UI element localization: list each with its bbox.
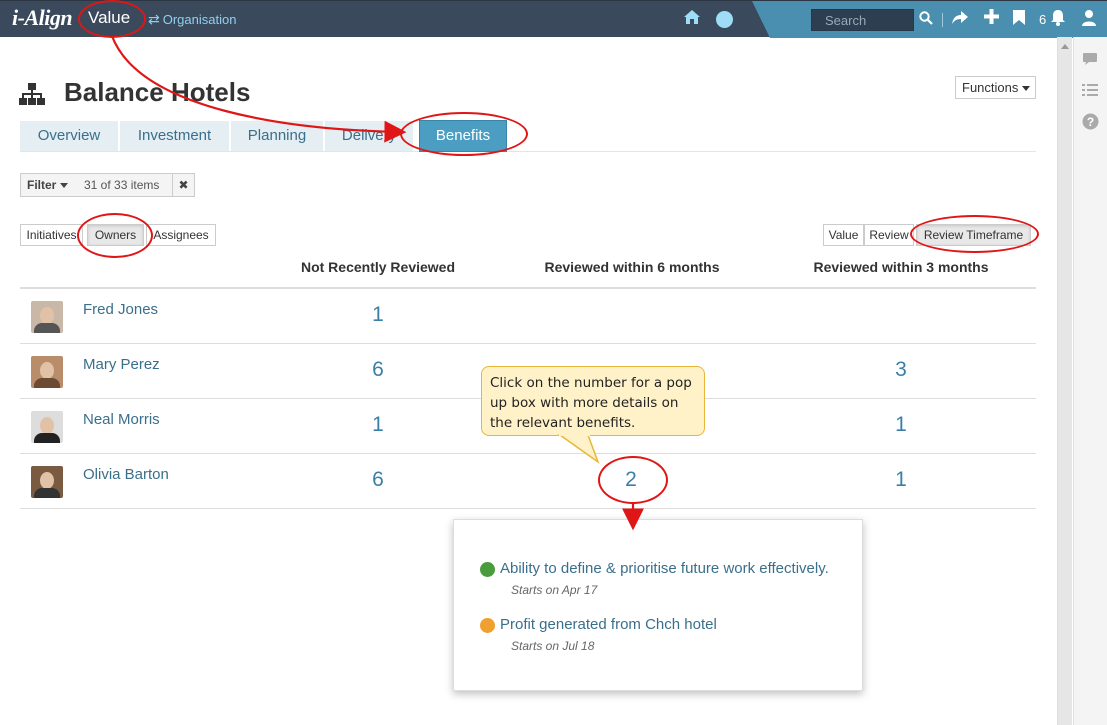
comment-icon[interactable] (1082, 52, 1098, 70)
add-icon[interactable] (984, 9, 999, 29)
view-value[interactable]: Value (823, 224, 864, 246)
page-title: Balance Hotels (64, 77, 251, 107)
group-by-assignees[interactable]: Assignees (146, 224, 216, 246)
group-by-initiatives[interactable]: Initiatives (20, 224, 83, 246)
count-not-recently-reviewed[interactable]: 1 (308, 303, 448, 327)
list-icon[interactable] (1082, 84, 1098, 101)
notification-count: 6 (1039, 12, 1047, 27)
count-not-recently-reviewed[interactable]: 6 (308, 468, 448, 492)
scroll-up-arrow-icon[interactable] (1061, 44, 1069, 49)
nav-organisation-link[interactable]: ⇄ Organisation (148, 11, 236, 28)
bookmark-icon[interactable] (1013, 10, 1025, 30)
right-side-rail (1073, 37, 1107, 725)
annotation-circle-count (598, 456, 668, 504)
globe-icon[interactable] (716, 11, 733, 28)
column-header-reviewed-3-months: Reviewed within 3 months (813, 259, 989, 275)
clear-filter-button[interactable]: ✖ (172, 174, 194, 196)
count-not-recently-reviewed[interactable]: 1 (308, 413, 448, 437)
column-header-reviewed-6-months: Reviewed within 6 months (544, 259, 720, 275)
count-reviewed-3-months[interactable]: 1 (831, 468, 971, 492)
avatar (31, 356, 63, 388)
annotation-circle-review-timeframe (910, 215, 1039, 253)
annotation-callout: Click on the number for a pop up box wit… (481, 366, 705, 436)
avatar (31, 301, 63, 333)
table-row: Fred Jones 1 (20, 289, 1036, 344)
owner-name-link[interactable]: Mary Perez (83, 356, 160, 373)
functions-label: Functions (962, 80, 1019, 95)
section-tabs: Overview Investment Planning Delivery Be… (20, 120, 1036, 152)
avatar (31, 411, 63, 443)
benefits-popup: Ability to define & prioritise future wo… (453, 519, 863, 691)
owner-name-link[interactable]: Olivia Barton (83, 466, 169, 483)
benefit-title-link[interactable]: Profit generated from Chch hotel (500, 616, 717, 633)
count-reviewed-3-months[interactable]: 3 (831, 358, 971, 382)
tab-planning[interactable]: Planning (231, 121, 323, 151)
caret-down-icon (1022, 86, 1031, 92)
filter-label: Filter (27, 178, 57, 192)
tab-investment[interactable]: Investment (120, 121, 229, 151)
benefit-title-link[interactable]: Ability to define & prioritise future wo… (500, 560, 829, 577)
caret-down-icon (60, 183, 69, 189)
app-logo[interactable]: i-Align (12, 5, 73, 31)
count-not-recently-reviewed[interactable]: 6 (308, 358, 448, 382)
benefit-start-date: Starts on Jul 18 (511, 639, 595, 653)
help-icon[interactable]: ? (1082, 113, 1099, 134)
status-dot-icon (480, 562, 495, 577)
benefit-start-date: Starts on Apr 17 (511, 583, 598, 597)
search-input[interactable]: Search (811, 9, 914, 31)
user-icon[interactable] (1081, 9, 1097, 31)
view-review[interactable]: Review (864, 224, 914, 246)
annotation-circle-owners (77, 213, 153, 258)
swap-icon: ⇄ (148, 11, 160, 27)
table-row: Olivia Barton 6 2 1 (20, 454, 1036, 509)
bell-icon[interactable] (1050, 9, 1066, 31)
annotation-circle-value (78, 0, 146, 38)
functions-dropdown-button[interactable]: Functions (955, 76, 1036, 99)
search-icon[interactable] (919, 10, 933, 30)
svg-text:?: ? (1087, 115, 1094, 129)
avatar (31, 466, 63, 498)
filter-dropdown[interactable]: Filter (27, 178, 69, 192)
status-dot-icon (480, 618, 495, 633)
filter-bar: Filter 31 of 33 items ✖ (20, 173, 195, 197)
column-header-not-recently-reviewed: Not Recently Reviewed (300, 259, 456, 275)
share-icon[interactable] (951, 10, 969, 30)
home-icon[interactable] (683, 9, 701, 30)
org-structure-icon (19, 83, 45, 105)
annotation-circle-benefits (400, 112, 528, 156)
count-reviewed-3-months[interactable]: 1 (831, 413, 971, 437)
owner-name-link[interactable]: Neal Morris (83, 411, 160, 428)
nav-organisation-label: Organisation (162, 12, 237, 27)
vertical-scrollbar[interactable] (1057, 37, 1072, 725)
filter-item-count: 31 of 33 items (84, 178, 160, 192)
owner-name-link[interactable]: Fred Jones (83, 301, 158, 318)
tab-overview[interactable]: Overview (20, 121, 118, 151)
toolbar-divider (942, 13, 943, 27)
callout-text: Click on the number for a pop up box wit… (490, 375, 692, 431)
